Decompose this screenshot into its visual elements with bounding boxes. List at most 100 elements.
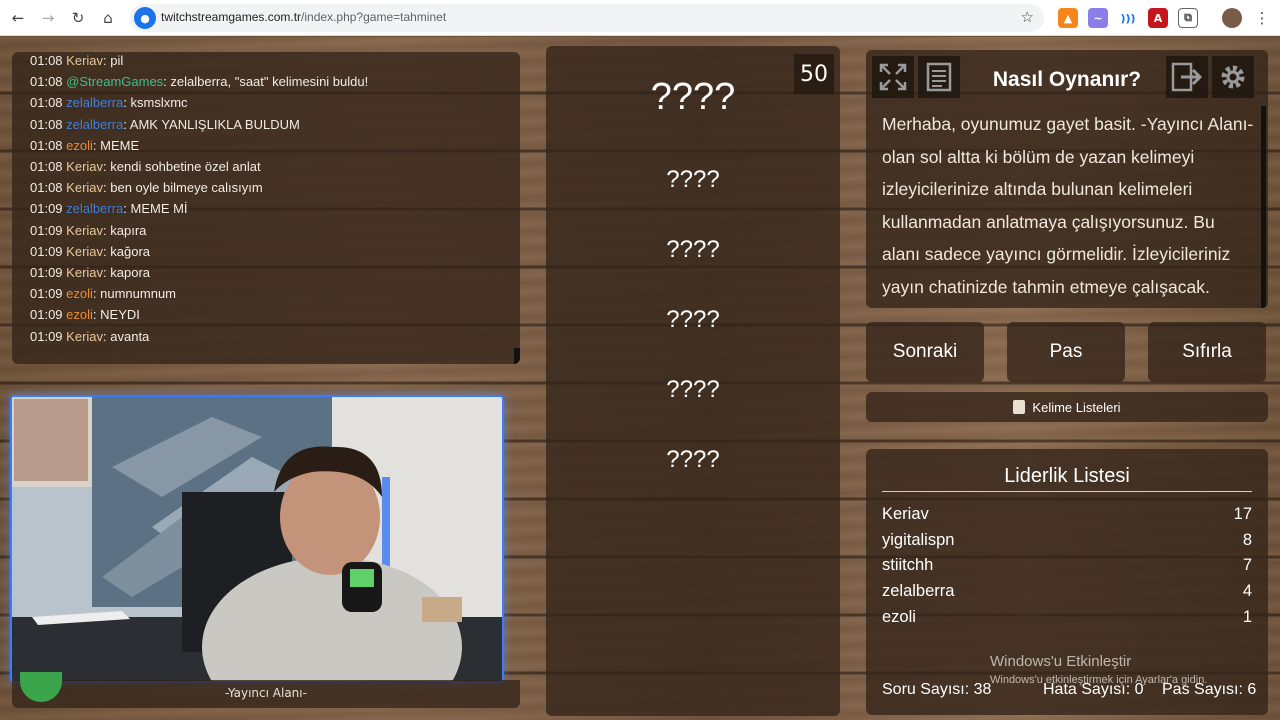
microphone-icon[interactable]: ● [134,7,156,29]
back-icon[interactable]: ← [6,6,30,30]
extension-sound-icon[interactable]: ))) [1118,8,1138,28]
forbidden-word-3: ???? [666,306,720,333]
chat-text: : ben oyle bilmeye calısıyım [103,180,263,196]
chat-message: 01:08 Keriav: ben oyle bilmeye calısıyım [30,180,263,195]
windows-activation-subtitle: Windows'u etkinleştirmek için Ayarlar'a … [990,674,1208,686]
url-path: /index.php?game=tahminet [301,10,447,24]
how-to-play-scrollbar[interactable] [1261,106,1266,308]
chat-scrollbar[interactable] [514,348,520,364]
leaderboard-name: yigitalispn [882,531,955,549]
reload-icon[interactable]: ↻ [66,6,90,30]
chat-timestamp: 01:08 [30,159,63,174]
leaderboard-name: ezoli [882,608,916,626]
forward-icon[interactable]: → [36,6,60,30]
chat-username[interactable]: Keriav [66,180,103,195]
next-button[interactable]: Sonraki [866,322,984,382]
metamask-extension-icon[interactable]: ▲ [1058,8,1078,28]
chat-timestamp: 01:09 [30,328,63,344]
chat-timestamp: 01:08 [30,137,63,153]
forbidden-word-2: ???? [666,236,720,263]
chat-username[interactable]: zelalberra [66,117,123,132]
chat-text: : avanta [103,328,150,344]
chat-message: 01:08 Keriav: kendi sohbetine özel anlat [30,159,261,174]
chat-timestamp: 01:09 [30,222,63,238]
chat-username[interactable]: Keriav [66,53,103,68]
chat-text: : kapora [103,265,151,280]
chat-text: : numnumnum [92,286,177,302]
chat-text: : zelalberra, "saat" kelimesini buldu! [163,74,369,90]
address-bar[interactable]: ● twitchstreamgames.com.tr/index.php?gam… [130,4,1044,32]
chat-username[interactable]: zelalberra [66,201,123,216]
chat-username[interactable]: ezoli [66,286,93,301]
webcam-image [12,397,502,681]
streamer-area-label: -Yayıncı Alanı- [225,686,307,700]
leaderboard-score: 1 [1242,608,1252,626]
chat-username[interactable]: Keriav [66,265,103,280]
question-count: Soru Sayısı: 38 [882,681,992,698]
chat-timestamp: 01:09 [30,201,63,217]
menu-kebab-icon[interactable]: ⋮ [1250,6,1274,30]
leaderboard-name: stiitchh [882,556,934,574]
chat-panel[interactable]: 01:08 Keriav: pil 01:08 @StreamGames: zel… [12,52,520,364]
chat-message: 01:08 Keriav: pil [30,53,123,68]
chat-text: : NEYDI [92,307,140,323]
leaderboard-name: zelalberra [882,582,955,600]
chat-text: : kapıra [103,222,147,238]
chat-username[interactable]: ezoli [66,138,93,153]
settings-gear-icon[interactable] [1212,56,1254,98]
chat-message: 01:08 zelalberra: AMK YANLIŞLIKLA BULDUM [30,117,300,132]
chat-message: 01:08 zelalberra: ksmslxmc [30,95,188,110]
chat-text: : ksmslxmc [123,95,188,111]
leaderboard-score: 17 [1233,505,1252,523]
exit-icon[interactable] [1166,56,1208,98]
chat-message: 01:09 Keriav: avanta [30,329,149,344]
webcam-feed [10,395,504,683]
chat-text: : kendi sohbetine özel anlat [103,159,261,174]
windows-activation-title: Windows'u Etkinleştir [990,653,1132,670]
chat-username[interactable]: zelalberra [66,95,123,110]
leaderboard-divider [882,491,1252,492]
leaderboard-score: 7 [1242,556,1252,574]
extension-purple-icon[interactable]: ~ [1088,8,1108,28]
chat-message: 01:09 Keriav: kapıra [30,223,146,238]
how-to-play-text: Merhaba, oyunumuz gayet basit. -Yayıncı … [882,114,1254,297]
chat-username[interactable]: Keriav [66,329,103,344]
leaderboard-title: Liderlik Listesi [1004,465,1130,487]
chat-message: 01:08 @StreamGames: zelalberra, "saat" k… [30,74,368,89]
home-icon[interactable]: ⌂ [96,6,120,30]
chat-text: : MEME [92,137,140,153]
chat-message: 01:09 Keriav: kağora [30,244,150,259]
chat-username[interactable]: Keriav [66,159,103,174]
main-word: ???? [650,76,736,118]
chat-timestamp: 01:09 [30,265,63,280]
pass-button[interactable]: Pas [1007,322,1125,382]
pdf-extension-icon[interactable]: A [1148,8,1168,28]
url-domain: twitchstreamgames.com.tr [161,10,302,24]
url-text[interactable]: twitchstreamgames.com.tr/index.php?game=… [161,10,446,24]
reset-button[interactable]: Sıfırla [1148,322,1266,382]
chat-username[interactable]: ezoli [66,307,93,322]
browser-toolbar: ← → ↻ ⌂ ● twitchstreamgames.com.tr/index… [0,0,1280,36]
chat-message: 01:09 ezoli: NEYDI [30,307,140,322]
chat-text: : pil [103,53,124,68]
how-to-play-panel: Nasıl Oynanır? Merhaba, oyunumuz gayet b… [866,50,1268,308]
chat-timestamp: 01:09 [30,286,63,302]
forbidden-word-5: ???? [666,446,720,473]
chat-message: 01:09 Keriav: kapora [30,265,150,280]
chat-text: : kağora [103,243,151,259]
chat-timestamp: 01:08 [30,116,63,132]
chat-message: 01:09 zelalberra: MEME Mİ [30,201,188,216]
bookmark-star-icon[interactable]: ☆ [1021,8,1034,26]
extensions-puzzle-icon[interactable]: ⧉ [1178,8,1198,28]
streamer-area-bar: -Yayıncı Alanı- [12,680,520,708]
word-lists-label: Kelime Listeleri [1032,399,1121,415]
chat-message: 01:09 ezoli: numnumnum [30,286,176,301]
chat-username[interactable]: Keriav [66,223,103,238]
leaderboard-score: 4 [1242,582,1252,600]
chat-text: : AMK YANLIŞLIKLA BULDUM [123,116,300,132]
profile-avatar[interactable] [1222,8,1242,28]
chat-username[interactable]: Keriav [66,244,103,259]
chat-text: : MEME Mİ [123,201,188,217]
chat-username[interactable]: @StreamGames [66,74,163,89]
word-lists-button[interactable]: Kelime Listeleri [866,392,1268,422]
